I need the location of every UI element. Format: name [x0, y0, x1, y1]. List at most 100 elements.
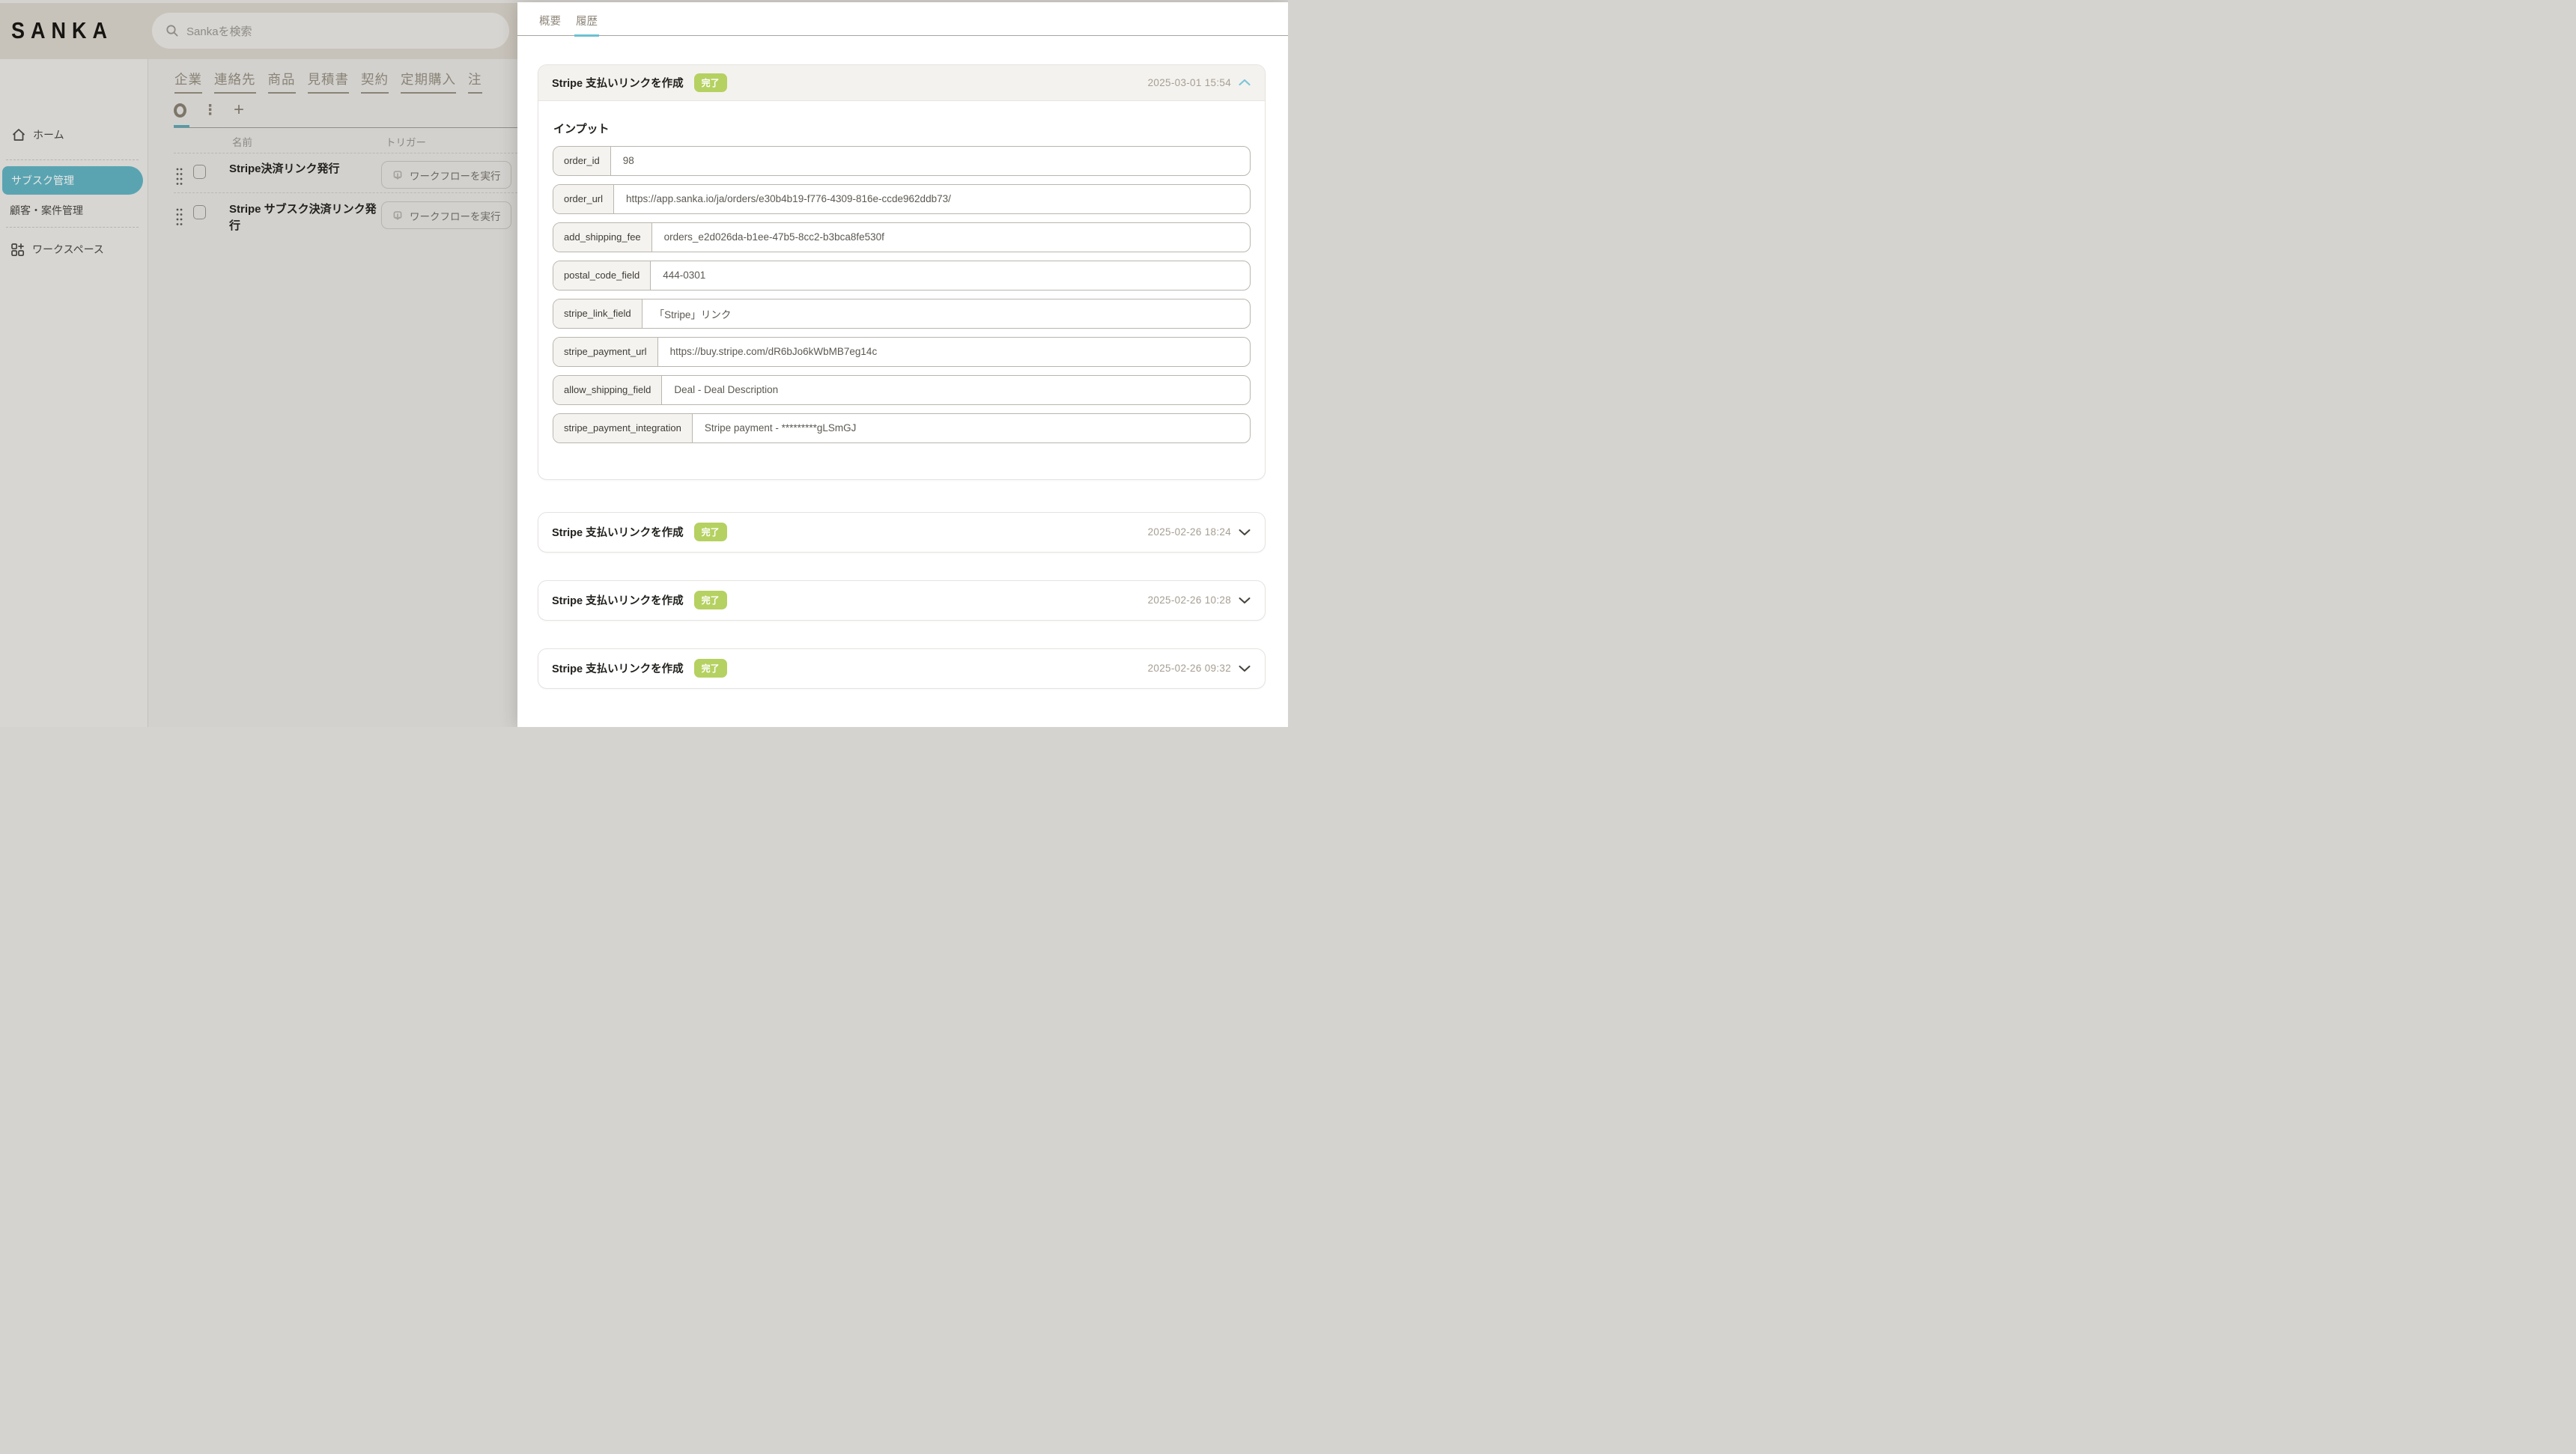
add-view-button[interactable]: + — [234, 101, 244, 119]
input-field-allow-shipping: allow_shipping_field Deal - Deal Descrip… — [553, 375, 1251, 405]
run-workflow-label: ワークフローを実行 — [410, 168, 501, 183]
chevron-up-icon[interactable] — [1238, 78, 1251, 87]
sidebar-item-workspace[interactable]: ワークスペース — [0, 239, 148, 260]
run-card-collapsed: Stripe 支払いリンクを作成 完了 2025-02-26 18:24 — [538, 512, 1266, 553]
inputs-section-title: インプット — [553, 121, 1251, 136]
sidebar-item-subscription[interactable]: サブスク管理 — [2, 166, 143, 195]
sidebar-item-label: ホーム — [33, 127, 64, 142]
field-value: 444-0301 — [651, 261, 717, 290]
view-bar: ⋮ + — [174, 97, 517, 124]
run-history-list: Stripe 支払いリンクを作成 完了 2025-03-01 15:54 インプ… — [517, 64, 1288, 689]
sidebar-item-label: ワークスペース — [32, 242, 104, 257]
field-value: 98 — [611, 147, 646, 175]
workflow-name[interactable]: Stripe サブスク決済リンク発行 — [229, 201, 379, 234]
app-logo: SANKA — [11, 18, 113, 44]
sidebar-divider — [6, 159, 139, 160]
sidebar-item-customers[interactable]: 顧客・案件管理 — [0, 200, 148, 221]
run-workflow-label: ワークフローを実行 — [410, 208, 501, 223]
field-key: stripe_payment_integration — [553, 414, 693, 442]
field-key: order_url — [553, 185, 614, 213]
run-timestamp: 2025-02-26 09:32 — [1148, 663, 1231, 674]
run-title: Stripe 支払いリンクを作成 — [552, 524, 684, 540]
run-workflow-button[interactable]: ワークフローを実行 — [381, 201, 511, 229]
input-field-postal-code: postal_code_field 444-0301 — [553, 261, 1251, 291]
field-key: order_id — [553, 147, 611, 175]
workflow-detail-drawer: 概要 履歴 Stripe 支払いリンクを作成 完了 2025-03-01 15:… — [517, 2, 1288, 727]
chevron-down-icon[interactable] — [1238, 596, 1251, 605]
drawer-tabs: 概要 履歴 — [517, 2, 1288, 36]
tab-contacts[interactable]: 連絡先 — [214, 70, 256, 94]
run-header[interactable]: Stripe 支払いリンクを作成 完了 2025-02-26 09:32 — [538, 649, 1265, 688]
run-title: Stripe 支払いリンクを作成 — [552, 75, 684, 91]
input-field-order-url: order_url https://app.sanka.io/ja/orders… — [553, 184, 1251, 214]
field-value: 「Stripe」リンク — [643, 299, 744, 328]
status-badge: 完了 — [694, 659, 727, 678]
sidebar-divider — [6, 227, 139, 228]
run-header[interactable]: Stripe 支払いリンクを作成 完了 2025-02-26 18:24 — [538, 513, 1265, 552]
sidebar-item-label: 顧客・案件管理 — [10, 203, 83, 218]
tab-orders-clipped[interactable]: 注 — [468, 70, 482, 94]
row-checkbox[interactable] — [193, 165, 206, 179]
field-key: postal_code_field — [553, 261, 651, 290]
run-header[interactable]: Stripe 支払いリンクを作成 完了 2025-02-26 10:28 — [538, 581, 1265, 620]
tab-companies[interactable]: 企業 — [174, 70, 202, 94]
sidebar-item-home[interactable]: ホーム — [0, 125, 148, 145]
column-header-trigger: トリガー — [386, 134, 426, 149]
tab-overview[interactable]: 概要 — [538, 13, 562, 35]
input-field-add-shipping-fee: add_shipping_fee orders_e2d026da-b1ee-47… — [553, 222, 1251, 252]
row-divider — [174, 192, 517, 193]
tab-subscriptions[interactable]: 定期購入 — [401, 70, 456, 94]
table-row[interactable]: Stripe決済リンク発行 ワークフローを実行 — [174, 161, 517, 189]
view-bar-divider — [174, 127, 517, 128]
run-header[interactable]: Stripe 支払いリンクを作成 完了 2025-03-01 15:54 — [538, 65, 1265, 101]
run-title: Stripe 支払いリンクを作成 — [552, 660, 684, 676]
run-timestamp: 2025-03-01 15:54 — [1148, 77, 1231, 88]
status-badge: 完了 — [694, 591, 727, 609]
input-field-order-id: order_id 98 — [553, 146, 1251, 176]
sidebar-item-label: サブスク管理 — [11, 173, 74, 188]
input-field-stripe-payment-url: stripe_payment_url https://buy.stripe.co… — [553, 337, 1251, 367]
entity-tabs: 企業 連絡先 商品 見積書 契約 定期購入 注 — [174, 70, 482, 94]
input-field-stripe-payment-integration: stripe_payment_integration Stripe paymen… — [553, 413, 1251, 443]
kebab-menu-icon[interactable]: ⋮ — [203, 103, 217, 118]
background-page: SANKA Sankaを検索 ホーム サブスク管理 顧客・案件管理 — [0, 0, 517, 727]
search-placeholder: Sankaを検索 — [186, 23, 252, 39]
top-header: SANKA Sankaを検索 — [0, 3, 517, 59]
input-field-stripe-link: stripe_link_field 「Stripe」リンク — [553, 299, 1251, 329]
workflow-name[interactable]: Stripe決済リンク発行 — [229, 161, 379, 177]
workflow-list-panel: 企業 連絡先 商品 見積書 契約 定期購入 注 ⋮ + 名前 トリガー — [148, 59, 517, 727]
field-key: add_shipping_fee — [553, 223, 652, 252]
field-value: Stripe payment - *********gLSmGJ — [693, 414, 869, 442]
field-key: stripe_link_field — [553, 299, 643, 328]
app-window: SANKA Sankaを検索 ホーム サブスク管理 顧客・案件管理 — [0, 0, 1288, 727]
sidebar: ホーム サブスク管理 顧客・案件管理 ワークス — [0, 59, 148, 727]
run-title: Stripe 支払いリンクを作成 — [552, 592, 684, 608]
run-card-collapsed: Stripe 支払いリンクを作成 完了 2025-02-26 09:32 — [538, 648, 1266, 689]
run-timestamp: 2025-02-26 18:24 — [1148, 526, 1231, 538]
run-timestamp: 2025-02-26 10:28 — [1148, 594, 1231, 606]
field-value: https://app.sanka.io/ja/orders/e30b4b19-… — [614, 185, 963, 213]
field-value: Deal - Deal Description — [662, 376, 790, 404]
search-input[interactable]: Sankaを検索 — [152, 13, 509, 49]
table-row[interactable]: Stripe サブスク決済リンク発行 ワークフローを実行 — [174, 201, 517, 234]
home-icon — [11, 127, 26, 142]
field-value: https://buy.stripe.com/dR6bJo6kWbMB7eg14… — [658, 338, 890, 366]
tab-contracts[interactable]: 契約 — [361, 70, 389, 94]
search-icon — [165, 24, 179, 37]
status-badge: 完了 — [694, 523, 727, 541]
field-key: allow_shipping_field — [553, 376, 662, 404]
drag-handle-icon[interactable] — [176, 207, 183, 227]
chevron-down-icon[interactable] — [1238, 528, 1251, 537]
row-checkbox[interactable] — [193, 205, 206, 219]
tab-quotes[interactable]: 見積書 — [308, 70, 350, 94]
run-body: インプット order_id 98 order_url https://app.… — [538, 121, 1265, 479]
run-card-expanded: Stripe 支払いリンクを作成 完了 2025-03-01 15:54 インプ… — [538, 64, 1266, 480]
chevron-down-icon[interactable] — [1238, 664, 1251, 673]
view-tab-icon[interactable] — [174, 103, 186, 118]
drag-handle-icon[interactable] — [176, 167, 183, 186]
status-badge: 完了 — [694, 73, 727, 92]
run-card-collapsed: Stripe 支払いリンクを作成 完了 2025-02-26 10:28 — [538, 580, 1266, 621]
tab-products[interactable]: 商品 — [268, 70, 296, 94]
tab-history[interactable]: 履歴 — [574, 13, 599, 37]
run-workflow-button[interactable]: ワークフローを実行 — [381, 161, 511, 189]
